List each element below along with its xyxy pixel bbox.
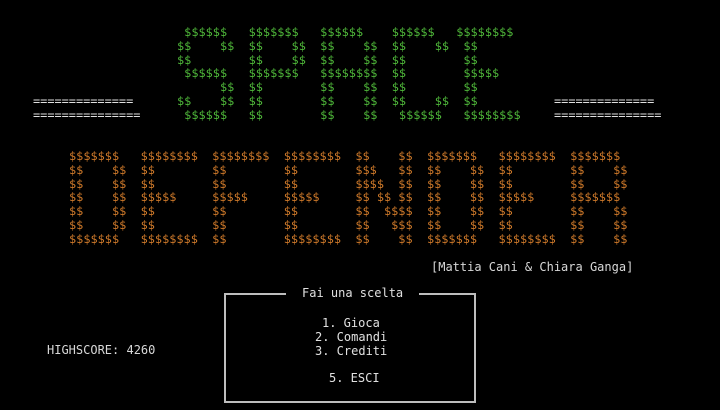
defender-title-art: $$$$$$$ $$$$$$$$ $$$$$$$$ $$$$$$$$ $$ $$… [69,149,628,246]
space-title-art: $$$$$$ $$$$$$$ $$$$$$ $$$$$$ $$$$$$$$ $$… [177,25,521,122]
menu-item-esci[interactable]: 5. ESCI [329,371,380,385]
menu-box: Fai una scelta 1. Gioca 2. Comandi 3. Cr… [224,286,476,403]
menu-item-comandi[interactable]: 2. Comandi [315,330,387,344]
menu-title: Fai una scelta [286,286,420,300]
highscore-label: HIGHSCORE: [47,343,120,357]
menu-item-crediti[interactable]: 3. Crediti [315,344,387,358]
decor-right-lines: ============== =============== [554,94,662,122]
highscore-value: 4260 [126,343,156,357]
decor-left-lines: ============== =============== [33,94,141,122]
authors-credit: [Mattia Cani & Chiara Ganga] [431,260,634,274]
highscore-display: HIGHSCORE: 4260 [47,343,155,357]
menu-item-gioca[interactable]: 1. Gioca [322,316,380,330]
